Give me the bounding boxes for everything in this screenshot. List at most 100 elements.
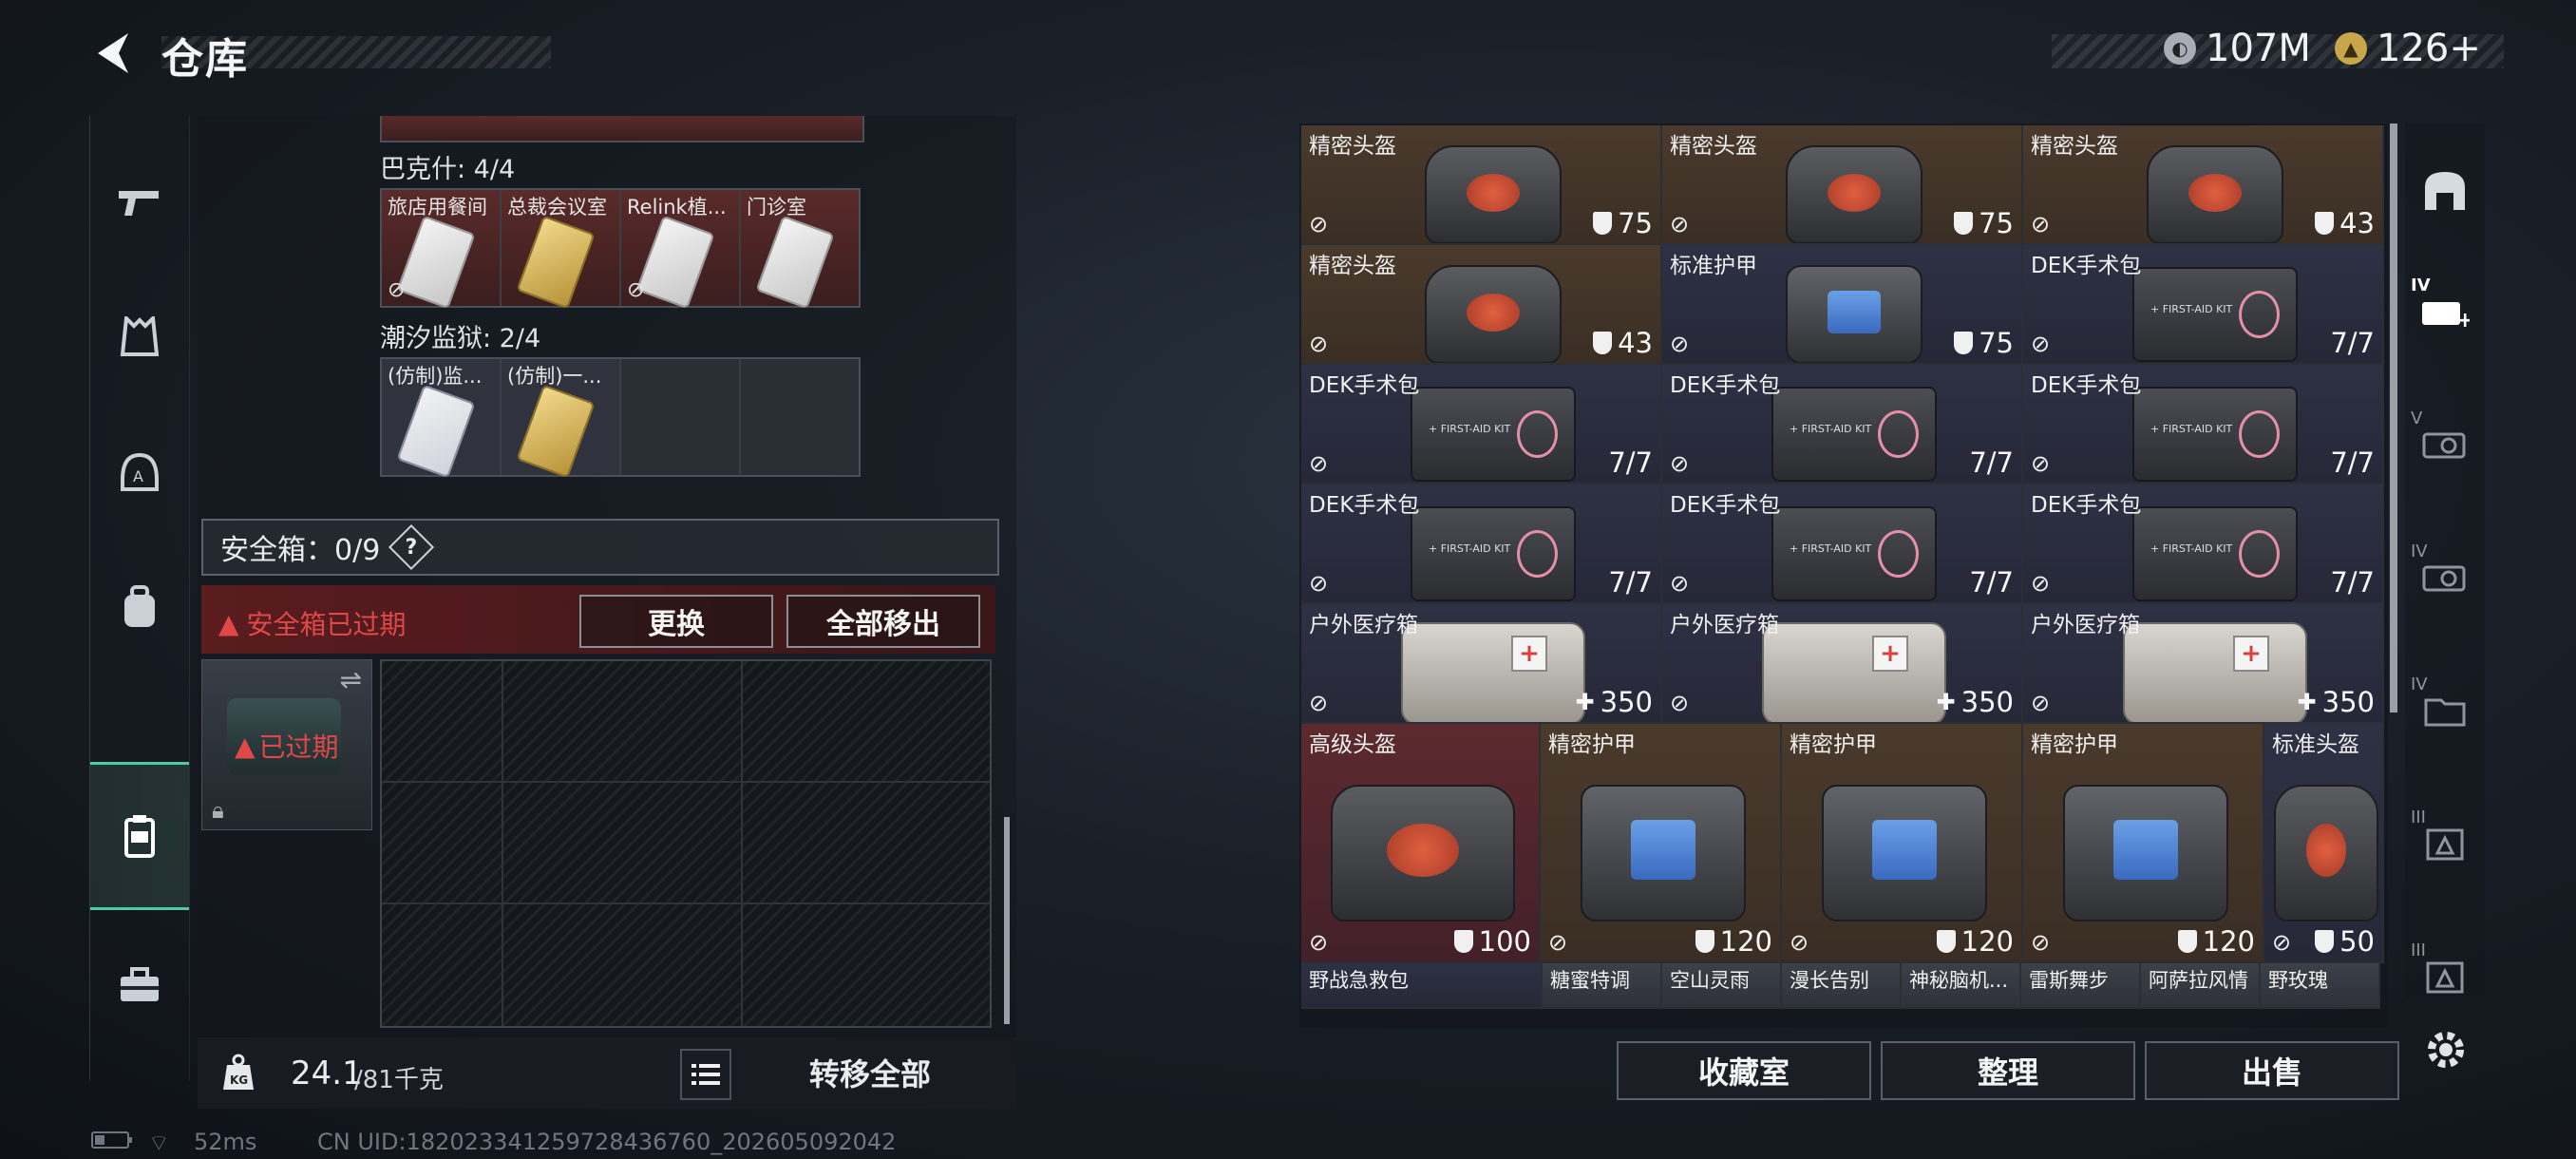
inventory-item[interactable]: 精密护甲 ⊘ 120 bbox=[1782, 724, 2023, 963]
tide-prison-keys-label: 潮汐监狱: 2/4 bbox=[380, 324, 541, 353]
outdoor-item-icon bbox=[2123, 622, 2307, 722]
key-card-icon bbox=[516, 215, 596, 310]
item-value: 75 bbox=[1593, 207, 1653, 239]
item-value: 120 bbox=[1695, 925, 1772, 958]
replace-button[interactable]: 更换 bbox=[579, 595, 773, 648]
medkit-item-icon bbox=[2132, 267, 2298, 362]
svg-text:+: + bbox=[2456, 309, 2470, 329]
inventory-item[interactable]: 神秘脑机... bbox=[1902, 963, 2021, 1009]
key-card-slot[interactable]: (仿制)一... bbox=[502, 359, 619, 479]
back-arrow-icon[interactable] bbox=[85, 27, 139, 80]
item-name: 精密头盔 bbox=[2031, 134, 2118, 159]
inventory-item[interactable]: 糖蜜特调 bbox=[1543, 963, 1662, 1009]
key-card-slot[interactable]: (仿制)监... bbox=[382, 359, 500, 479]
silver-currency[interactable]: ◐ 107M bbox=[2164, 27, 2311, 70]
item-name: 精密护甲 bbox=[2031, 732, 2118, 757]
storage-tier-v-icon[interactable]: V bbox=[2405, 388, 2485, 502]
key-card-slot[interactable]: Relink植... ⊘ bbox=[621, 190, 739, 310]
settings-gear-icon[interactable] bbox=[2420, 1024, 2472, 1075]
storage-tier-iii-icon[interactable]: III bbox=[2405, 787, 2485, 901]
transfer-all-button[interactable]: 转移全部 bbox=[747, 1045, 994, 1100]
item-value: 7/7 bbox=[1608, 566, 1653, 598]
warning-icon: ▲ bbox=[235, 730, 256, 762]
item-name: 精密护甲 bbox=[1548, 732, 1636, 757]
inventory-item[interactable]: 阿萨拉风情 bbox=[2141, 963, 2261, 1009]
inventory-item[interactable]: 精密头盔 ⊘ 75 bbox=[1301, 125, 1662, 245]
helmet-item-icon bbox=[1786, 145, 1923, 243]
inventory-item[interactable]: DEK手术包 ⊘ 7/7 bbox=[2023, 484, 2384, 604]
inventory-item[interactable]: 雷斯舞步 bbox=[2021, 963, 2141, 1009]
item-name: 阿萨拉风情 bbox=[2149, 969, 2248, 992]
safe-box-item[interactable]: ⇌ ▲ 已过期 🔒︎ bbox=[201, 659, 372, 830]
backpack-icon[interactable] bbox=[90, 536, 189, 678]
inventory-item[interactable]: 精密护甲 ⊘ 120 bbox=[1541, 724, 1782, 963]
storage-home-icon[interactable] bbox=[2405, 133, 2485, 247]
durability-shield-icon bbox=[2315, 930, 2335, 953]
warning-icon: ▲ bbox=[218, 607, 239, 639]
gold-currency[interactable]: ▲ 126+ bbox=[2335, 27, 2481, 70]
storage-tier-iii-alt-icon[interactable]: III bbox=[2405, 920, 2485, 1034]
storage-tier-rail: IV + V IV IV III III bbox=[2405, 124, 2485, 998]
weapon-category-icon[interactable] bbox=[90, 131, 189, 274]
storage-tier-iv-folder-icon[interactable]: IV bbox=[2405, 654, 2485, 768]
inventory-item[interactable]: 精密头盔 ⊘ 43 bbox=[1301, 245, 1662, 365]
durability-shield-icon bbox=[1593, 332, 1613, 354]
bound-icon: ⊘ bbox=[1670, 570, 1690, 597]
key-card-name: (仿制)监... bbox=[388, 365, 483, 388]
inventory-item[interactable]: DEK手术包 ⊘ 7/7 bbox=[2023, 245, 2384, 365]
bound-icon: ⊘ bbox=[1309, 450, 1329, 477]
scrollbar[interactable] bbox=[1004, 817, 1010, 1024]
key-card-slot[interactable]: 门诊室 bbox=[741, 190, 859, 310]
durability-shield-icon bbox=[1954, 332, 1974, 354]
safe-box-category-icon[interactable] bbox=[90, 762, 189, 910]
durability-shield-icon bbox=[1593, 212, 1613, 235]
item-name: 野战急救包 bbox=[1309, 969, 1409, 992]
bound-icon: ⊘ bbox=[1670, 331, 1690, 357]
swap-icon[interactable]: ⇌ bbox=[340, 664, 362, 695]
item-name: 精密头盔 bbox=[1309, 254, 1396, 278]
help-icon[interactable]: ? bbox=[388, 523, 435, 571]
inventory-item[interactable]: 漫长告别 bbox=[1782, 963, 1902, 1009]
toolbox-icon[interactable] bbox=[90, 914, 189, 1056]
lock-icon: 🔒︎ bbox=[212, 797, 224, 824]
key-card-slot[interactable]: 总裁会议室 bbox=[502, 190, 619, 310]
wifi-icon: ⌔ bbox=[148, 1130, 170, 1156]
empty-key-slot[interactable] bbox=[621, 359, 739, 475]
list-view-icon[interactable] bbox=[680, 1049, 731, 1100]
inventory-item[interactable]: DEK手术包 ⊘ 7/7 bbox=[1301, 365, 1662, 484]
inventory-item[interactable]: 高级头盔 ⊘ 100 bbox=[1301, 724, 1541, 963]
armor-item-icon bbox=[1822, 785, 1987, 922]
storage-tier-iv-camera-icon[interactable]: IV bbox=[2405, 521, 2485, 635]
inventory-item[interactable]: 户外医疗箱 ⊘ ✚350 bbox=[2023, 604, 2384, 724]
inventory-item[interactable]: 精密头盔 ⊘ 43 bbox=[2023, 125, 2384, 245]
key-card-icon bbox=[516, 384, 596, 479]
inventory-item[interactable]: 户外医疗箱 ⊘ ✚350 bbox=[1662, 604, 2023, 724]
inventory-item[interactable]: 户外医疗箱 ⊘ ✚350 bbox=[1301, 604, 1662, 724]
safe-box-grid[interactable] bbox=[380, 659, 992, 1028]
inventory-item[interactable]: 野玫瑰 bbox=[2261, 963, 2380, 1009]
inventory-item[interactable]: 精密护甲 ⊘ 120 bbox=[2023, 724, 2264, 963]
storage-tier-iv-icon[interactable]: IV + bbox=[2405, 255, 2485, 369]
inventory-item[interactable]: 精密头盔 ⊘ 75 bbox=[1662, 125, 2023, 245]
inventory-scrollbar[interactable] bbox=[2390, 124, 2397, 712]
sell-button[interactable]: 出售 bbox=[2145, 1041, 2399, 1100]
organize-button[interactable]: 整理 bbox=[1881, 1041, 2135, 1100]
inventory-item[interactable]: DEK手术包 ⊘ 7/7 bbox=[1662, 365, 2023, 484]
collection-room-button[interactable]: 收藏室 bbox=[1617, 1041, 1871, 1100]
armor-vest-icon[interactable] bbox=[90, 266, 189, 408]
inventory-item[interactable]: DEK手术包 ⊘ 7/7 bbox=[1301, 484, 1662, 604]
key-card-slot[interactable]: 旅店用餐间 ⊘ bbox=[382, 190, 500, 310]
inventory-item[interactable]: 标准头盔 ⊘ 50 bbox=[2264, 724, 2384, 963]
empty-key-slot[interactable] bbox=[741, 359, 859, 475]
item-value: 100 bbox=[1453, 925, 1531, 958]
key-card-name: 门诊室 bbox=[747, 196, 806, 218]
remove-all-button[interactable]: 全部移出 bbox=[786, 595, 980, 648]
medkit-item-icon bbox=[2132, 506, 2298, 601]
inventory-item[interactable]: DEK手术包 ⊘ 7/7 bbox=[1662, 484, 2023, 604]
inventory-item[interactable]: 野战急救包 bbox=[1301, 963, 1543, 1009]
helmet-item-icon bbox=[1425, 265, 1562, 363]
inventory-item[interactable]: 空山灵雨 bbox=[1662, 963, 1782, 1009]
helmet-category-icon[interactable]: A bbox=[90, 401, 189, 543]
inventory-item[interactable]: DEK手术包 ⊘ 7/7 bbox=[2023, 365, 2384, 484]
inventory-item[interactable]: 标准护甲 ⊘ 75 bbox=[1662, 245, 2023, 365]
